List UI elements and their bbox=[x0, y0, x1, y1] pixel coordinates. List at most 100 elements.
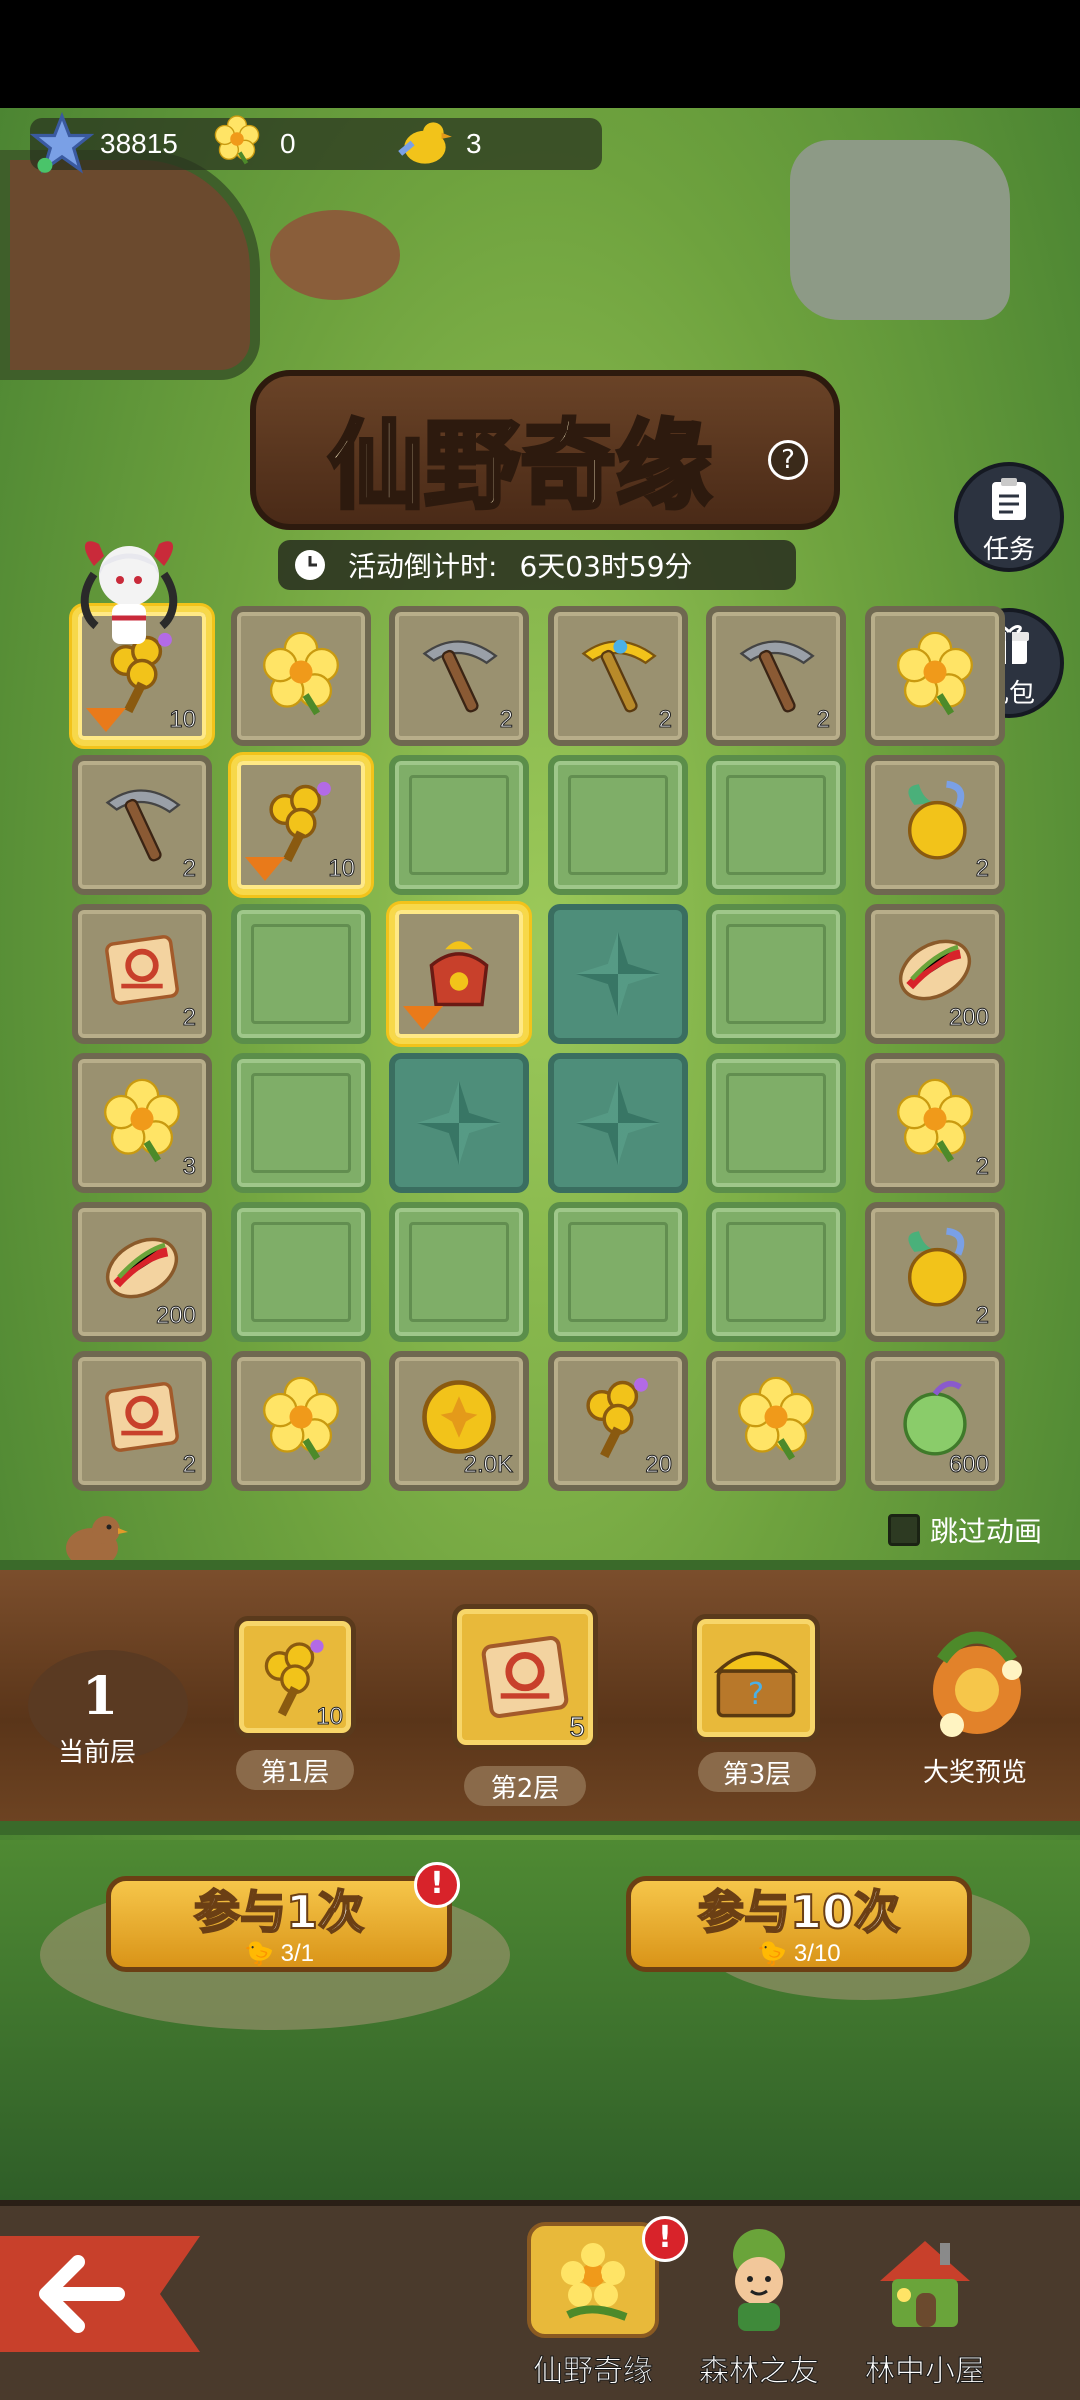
bird-ticket-icon: 🐤 bbox=[244, 1940, 281, 1967]
wind-up-key-icon bbox=[255, 775, 347, 867]
participate-once-button[interactable]: 参与1次 🐤 3/1 bbox=[106, 1876, 452, 1972]
iron-pickaxe-icon bbox=[730, 626, 822, 718]
item-count: 2 bbox=[975, 1302, 989, 1330]
board-tile-empty[interactable] bbox=[231, 904, 371, 1044]
board-tile-item[interactable]: 2 bbox=[389, 606, 529, 746]
leaf-pattern-icon bbox=[576, 1081, 660, 1165]
board-tile-item[interactable]: 200 bbox=[72, 1202, 212, 1342]
skip-animation-toggle[interactable]: 跳过动画 bbox=[888, 1510, 1042, 1550]
leaf-pattern-icon bbox=[576, 932, 660, 1016]
board-tile-item[interactable]: 2 bbox=[865, 755, 1005, 895]
floor-2-label: 第2层 bbox=[464, 1766, 586, 1806]
down-arrow-icon bbox=[403, 1006, 443, 1030]
board-tile-item[interactable]: 2.0K bbox=[389, 1351, 529, 1491]
down-arrow-icon bbox=[86, 708, 126, 732]
golden-lamp-icon bbox=[889, 1222, 981, 1314]
board-tile-item[interactable]: 2 bbox=[865, 1202, 1005, 1342]
board-tile-empty[interactable] bbox=[548, 1202, 688, 1342]
board-tile-empty[interactable] bbox=[389, 1202, 529, 1342]
bird-ticket-icon: 🐤 bbox=[757, 1940, 794, 1967]
countdown-bar: 活动倒计时: 6天03时59分 bbox=[278, 540, 796, 590]
golden-pickaxe-icon bbox=[572, 626, 664, 718]
board-tile-special[interactable] bbox=[548, 1053, 688, 1193]
item-count: 2 bbox=[658, 706, 672, 734]
board-tile-item[interactable] bbox=[231, 606, 371, 746]
resource-value: 3 bbox=[466, 128, 482, 159]
clipboard-icon bbox=[992, 478, 1026, 520]
board-tile-empty[interactable] bbox=[548, 755, 688, 895]
participate-ten-button[interactable]: 参与10次 🐤 3/10 bbox=[626, 1876, 972, 1972]
sandwich-icon bbox=[889, 924, 981, 1016]
board-tile-empty[interactable] bbox=[706, 1202, 846, 1342]
resource-value: 38815 bbox=[100, 128, 178, 159]
star-currency-icon bbox=[30, 112, 94, 176]
board-tile-item[interactable]: 600 bbox=[865, 1351, 1005, 1491]
resource-value: 0 bbox=[280, 128, 296, 159]
grand-prize-icon[interactable] bbox=[912, 1620, 1042, 1750]
board-tile-special[interactable] bbox=[548, 904, 688, 1044]
board-tile-item[interactable]: 20 bbox=[548, 1351, 688, 1491]
board-tile-item[interactable] bbox=[865, 606, 1005, 746]
participate-once-cost: 🐤 3/1 bbox=[111, 1939, 447, 1968]
board-tile-item[interactable]: 2 bbox=[72, 755, 212, 895]
board-tile-empty[interactable] bbox=[706, 1053, 846, 1193]
stone-tile-pattern bbox=[251, 924, 351, 1024]
stone-tile-pattern bbox=[568, 775, 668, 875]
board-tile-item[interactable]: 200 bbox=[865, 904, 1005, 1044]
item-count: 2 bbox=[975, 855, 989, 883]
scroll-icon bbox=[471, 1623, 579, 1731]
clock-icon bbox=[295, 550, 325, 580]
board-tile-item[interactable]: 10 bbox=[231, 755, 371, 895]
board-tile-empty[interactable] bbox=[389, 755, 529, 895]
green-fruit-icon bbox=[889, 1371, 981, 1463]
wind-up-key-icon bbox=[572, 1371, 664, 1463]
board-tile-item[interactable]: 2 bbox=[72, 1351, 212, 1491]
scroll-icon bbox=[96, 1371, 188, 1463]
help-button[interactable]: ? bbox=[768, 440, 808, 480]
item-count: 2 bbox=[499, 706, 513, 734]
board-tile-item[interactable]: 3 bbox=[72, 1053, 212, 1193]
scroll-icon bbox=[96, 924, 188, 1016]
player-character-icon bbox=[80, 541, 178, 644]
mossy-rock-decoration bbox=[790, 140, 1010, 320]
yellow-flower-icon bbox=[255, 1371, 347, 1463]
board-tile-item[interactable] bbox=[231, 1351, 371, 1491]
stone-tile-pattern bbox=[726, 1222, 826, 1322]
participate-ten-cost: 🐤 3/10 bbox=[631, 1939, 967, 1968]
notification-badge: ! bbox=[642, 2216, 688, 2262]
stone-tile-pattern bbox=[409, 1222, 509, 1322]
countdown-label: 活动倒计时: bbox=[348, 550, 498, 583]
item-count: 2 bbox=[975, 1153, 989, 1181]
nav-tab-forest-friends[interactable]: 森林之友 bbox=[684, 2222, 834, 2392]
cost-value: 3/1 bbox=[280, 1940, 314, 1967]
sandwich-icon bbox=[96, 1222, 188, 1314]
iron-pickaxe-icon bbox=[96, 775, 188, 867]
board-tile-item[interactable]: 2 bbox=[72, 904, 212, 1044]
item-count: 2 bbox=[182, 1004, 196, 1032]
event-title: 仙野奇缘 bbox=[326, 407, 714, 524]
board-tile-empty[interactable] bbox=[706, 755, 846, 895]
board-tile-item[interactable]: 2 bbox=[548, 606, 688, 746]
nav-tab-cottage[interactable]: 林中小屋 bbox=[850, 2222, 1000, 2392]
board-tile-item[interactable]: 2 bbox=[706, 606, 846, 746]
yellow-flower-icon bbox=[889, 626, 981, 718]
stone-tile-pattern bbox=[251, 1073, 351, 1173]
grand-prize-label[interactable]: 大奖预览 bbox=[900, 1752, 1050, 1789]
board-tile-special[interactable] bbox=[389, 1053, 529, 1193]
current-floor-number: 1 bbox=[82, 1666, 119, 1727]
board-tile-item[interactable]: 2 bbox=[865, 1053, 1005, 1193]
floor-3-prize[interactable]: ? bbox=[692, 1614, 820, 1742]
floor-1-prize[interactable]: 10 bbox=[234, 1616, 356, 1738]
gold-coin-icon bbox=[413, 1371, 505, 1463]
board-tile-item[interactable] bbox=[389, 904, 529, 1044]
board-tile-empty[interactable] bbox=[231, 1202, 371, 1342]
down-arrow-icon bbox=[245, 857, 285, 881]
forest-friend-icon bbox=[693, 2222, 825, 2338]
skip-animation-checkbox[interactable] bbox=[888, 1514, 920, 1546]
board-tile-item[interactable] bbox=[706, 1351, 846, 1491]
board-tile-empty[interactable] bbox=[706, 904, 846, 1044]
task-button[interactable]: 任务 bbox=[954, 462, 1064, 572]
board-tile-empty[interactable] bbox=[231, 1053, 371, 1193]
floor-2-prize[interactable]: 5 bbox=[452, 1604, 598, 1750]
item-count: 600 bbox=[948, 1451, 989, 1479]
